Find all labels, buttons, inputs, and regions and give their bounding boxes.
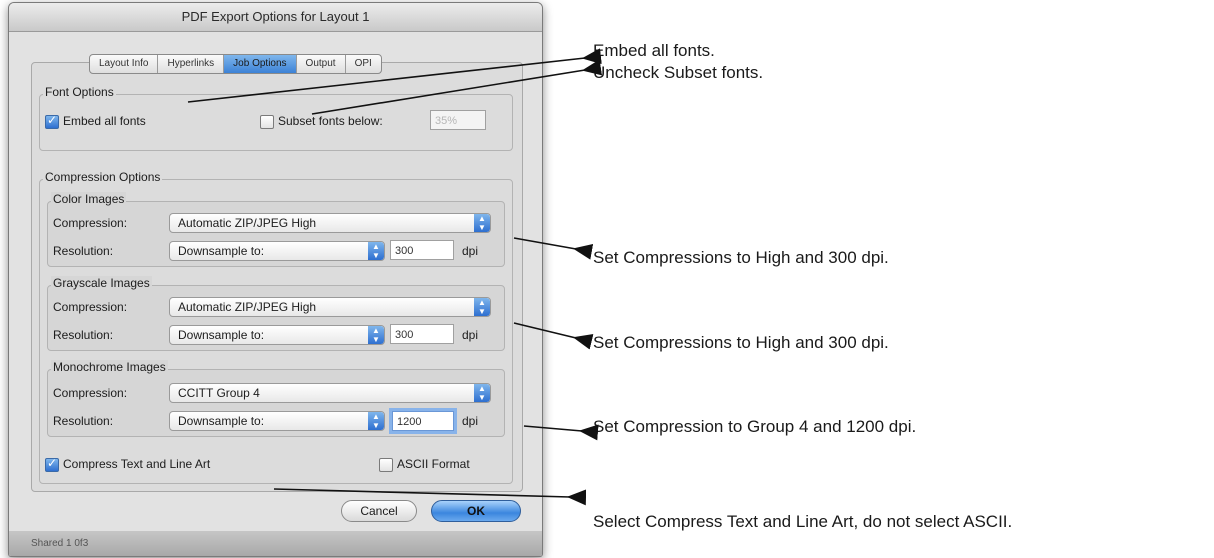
arrow-to-grayscale-images	[513, 322, 594, 350]
arrow-to-color-images	[513, 237, 594, 260]
arrow-to-compress-text	[273, 488, 587, 506]
arrow-to-subset-fonts	[311, 59, 603, 115]
annotation-arrows	[187, 48, 603, 506]
arrow-to-monochrome-images	[523, 424, 599, 441]
